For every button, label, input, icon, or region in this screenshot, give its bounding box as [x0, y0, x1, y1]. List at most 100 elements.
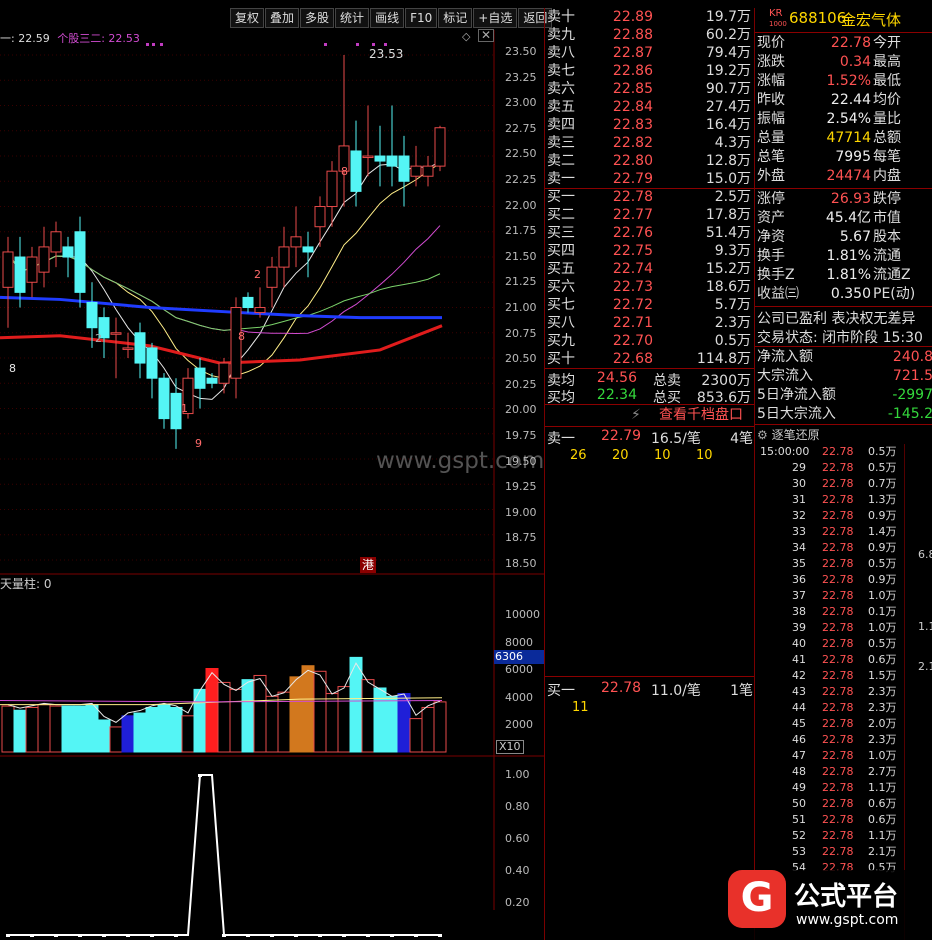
- asks-label: 卖十: [547, 9, 575, 25]
- bids-row[interactable]: 买一 22.78 2.5万: [547, 188, 753, 206]
- tick-time: 44: [792, 701, 806, 714]
- toolbar-button-6[interactable]: 标记: [438, 8, 473, 28]
- tick-row: 53 22.78 2.1万: [760, 844, 900, 860]
- flow-row: 5日净流入额 -2997: [757, 386, 932, 404]
- tick-volume: 0.5万: [868, 557, 897, 570]
- bids-volume: 2.5万: [714, 189, 751, 205]
- toolbar-button-0[interactable]: 复权: [230, 8, 265, 28]
- asks-row[interactable]: 卖九 22.88 60.2万: [547, 26, 753, 44]
- asks-row[interactable]: 卖四 22.83 16.4万: [547, 116, 753, 134]
- bids-row[interactable]: 买六 22.73 18.6万: [547, 278, 753, 296]
- indicator-dot: [102, 934, 106, 937]
- info-value: 22.44: [830, 92, 871, 108]
- volume-bar: [121, 715, 135, 753]
- candle-marker: 8: [341, 165, 348, 178]
- bids-row[interactable]: 买四 22.75 9.3万: [547, 242, 753, 260]
- tick-row: 49 22.78 1.1万: [760, 780, 900, 796]
- tick-volume: 0.7万: [868, 477, 897, 490]
- bids-row[interactable]: 买九 22.70 0.5万: [547, 332, 753, 350]
- ask1-queue-item: 26: [570, 448, 587, 463]
- flow-value: 721.5: [892, 368, 932, 384]
- candle-body: [170, 392, 182, 430]
- tick-row: 33 22.78 1.4万: [760, 524, 900, 540]
- info-label-right: 最高: [873, 54, 901, 70]
- volume-axis-label: 2000: [505, 718, 533, 731]
- hk-badge[interactable]: 港: [360, 557, 377, 573]
- info-row: 振幅 2.54% 量比: [757, 110, 932, 128]
- asks-price: 22.89: [612, 9, 653, 25]
- bids-volume: 15.2万: [705, 261, 751, 277]
- toolbar-button-2[interactable]: 多股: [300, 8, 335, 28]
- bids-price: 22.75: [612, 243, 653, 259]
- bids-price: 22.71: [612, 315, 653, 331]
- candle-body: [362, 155, 374, 159]
- vol-title: 天量柱: 0: [0, 577, 52, 591]
- tick-volume: 2.1万: [868, 845, 897, 858]
- tick-time: 42: [792, 669, 806, 682]
- asks-price: 22.82: [612, 135, 653, 151]
- asks-row[interactable]: 卖十 22.89 19.7万: [547, 8, 753, 26]
- info-row: 资产 45.4亿 市值: [757, 209, 932, 227]
- volume-bar: [385, 695, 399, 753]
- info-row: 总量 47714 总额: [757, 129, 932, 147]
- asks-row[interactable]: 卖七 22.86 19.2万: [547, 62, 753, 80]
- candle-body: [386, 155, 398, 167]
- bids-price: 22.78: [612, 189, 653, 205]
- diamond-icon[interactable]: ◇: [462, 30, 470, 43]
- toolbar-button-3[interactable]: 统计: [335, 8, 370, 28]
- price-axis-label: 19.50: [505, 454, 537, 468]
- ticks-header[interactable]: ⚙ 逐笔还原: [757, 426, 932, 442]
- bids-row[interactable]: 买八 22.71 2.3万: [547, 314, 753, 332]
- vol-multiplier[interactable]: X10: [496, 740, 524, 754]
- toolbar-button-1[interactable]: 叠加: [265, 8, 300, 28]
- tick-volume: 1.5万: [868, 669, 897, 682]
- candle-body: [266, 266, 278, 288]
- chart-area[interactable]: 2 8 1 8 9 2 8: [0, 30, 545, 940]
- tick-volume: 1.1万: [868, 829, 897, 842]
- candle-body: [434, 127, 446, 167]
- flow-label: 5日净流入额: [757, 387, 836, 403]
- indicator-axis-label: 1.00: [505, 768, 530, 781]
- sell-avg: 24.56: [596, 370, 637, 386]
- gear-icon[interactable]: ⚙: [757, 428, 768, 442]
- indicator-dot: [30, 934, 34, 937]
- info-row: 换手 1.81% 流通: [757, 247, 932, 265]
- volume-bar: [289, 676, 303, 753]
- info-label-right: 市值: [873, 210, 901, 226]
- asks-row[interactable]: 卖一 22.79 15.0万: [547, 170, 753, 188]
- tick-volume: 2.3万: [868, 733, 897, 746]
- indicator-dot: [318, 934, 322, 937]
- tick-time: 45: [792, 717, 806, 730]
- flow-value: 240.8: [892, 349, 932, 365]
- toolbar-button-4[interactable]: 画线: [370, 8, 405, 28]
- price-axis-label: 19.75: [505, 429, 537, 442]
- qiandang-button[interactable]: ⚡ 查看千档盘口: [547, 406, 753, 425]
- asks-label: 卖三: [547, 135, 575, 151]
- toolbar-button-7[interactable]: +自选: [473, 8, 518, 28]
- bids-price: 22.77: [612, 207, 653, 223]
- asks-row[interactable]: 卖三 22.82 4.3万: [547, 134, 753, 152]
- bids-row[interactable]: 买二 22.77 17.8万: [547, 206, 753, 224]
- flow-row: 5日大宗流入 -145.2: [757, 405, 932, 423]
- asks-row[interactable]: 卖六 22.85 90.7万: [547, 80, 753, 98]
- asks-row[interactable]: 卖八 22.87 79.4万: [547, 44, 753, 62]
- candle-body: [62, 246, 74, 258]
- asks-row[interactable]: 卖五 22.84 27.4万: [547, 98, 753, 116]
- tick-row: 39 22.78 1.0万: [760, 620, 900, 636]
- asks-row[interactable]: 卖二 22.80 12.8万: [547, 152, 753, 170]
- bids-row[interactable]: 买三 22.76 51.4万: [547, 224, 753, 242]
- bids-row[interactable]: 买七 22.72 5.7万: [547, 296, 753, 314]
- asks-volume: 16.4万: [705, 117, 751, 133]
- toolbar-button-5[interactable]: F10: [405, 8, 438, 28]
- tick-time: 38: [792, 605, 806, 618]
- signal-dot: [152, 43, 155, 46]
- bids-row[interactable]: 买五 22.74 15.2万: [547, 260, 753, 278]
- tick-row: 50 22.78 0.6万: [760, 796, 900, 812]
- asks-price: 22.83: [612, 117, 653, 133]
- stock-header: KR 1000 688106 金宏气体: [757, 8, 932, 32]
- volume-bar: [421, 706, 435, 753]
- bids-row[interactable]: 买十 22.68 114.8万: [547, 350, 753, 368]
- candle-body: [134, 332, 146, 364]
- close-icon[interactable]: ✕: [478, 29, 495, 42]
- ma-legend: 一: 22.59 个股三二: 22.53: [0, 30, 140, 46]
